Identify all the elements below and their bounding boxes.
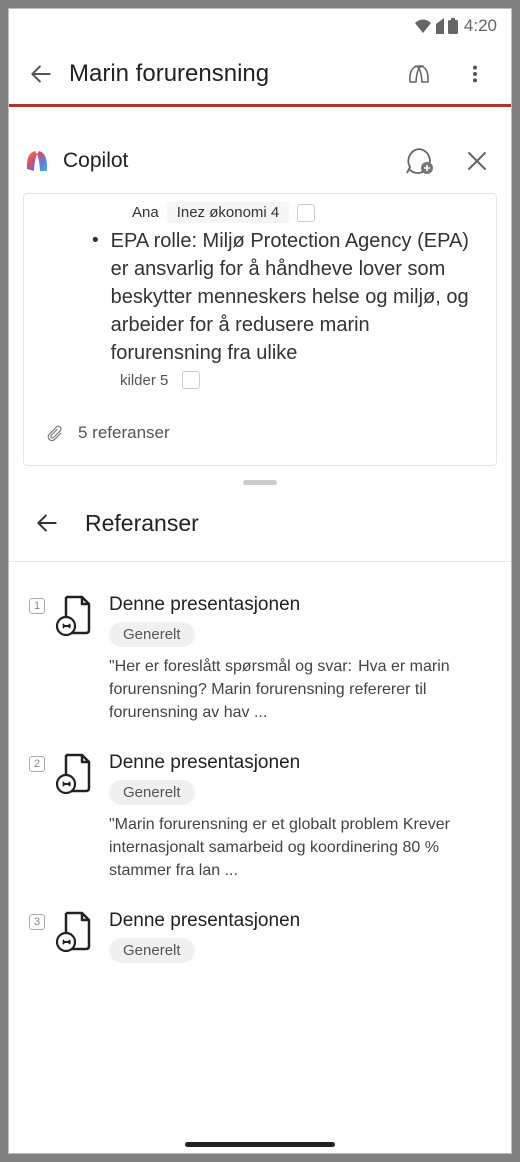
reference-item[interactable]: 1 Denne presentasjonen Generelt "Her er … [9, 580, 511, 738]
references-panel-title: Referanser [85, 510, 199, 537]
close-copilot-button[interactable] [457, 141, 497, 181]
reference-item[interactable]: 3 Denne presentasjonen Generelt [9, 896, 511, 985]
chat-plus-icon [404, 146, 434, 176]
meta-checkbox[interactable] [297, 204, 315, 222]
copilot-response-card: Ana Inez økonomi 4 • EPA rolle: Miljø Pr… [23, 193, 497, 466]
close-icon [466, 150, 488, 172]
arrow-left-icon [34, 510, 60, 536]
reference-content: Denne presentasjonen Generelt "Her er fo… [103, 594, 491, 724]
back-button[interactable] [17, 50, 65, 98]
copilot-icon [404, 59, 434, 89]
copilot-pane-title: Copilot [63, 149, 381, 173]
device-frame: 4:20 Marin forurensning [8, 8, 512, 1154]
paperclip-icon [46, 424, 64, 442]
reference-title: Denne presentasjonen [109, 594, 491, 616]
status-icons [414, 18, 458, 34]
signal-icon [436, 18, 444, 34]
more-menu-button[interactable] [447, 50, 503, 98]
reference-number: 3 [29, 914, 45, 930]
arrow-left-icon [28, 61, 54, 87]
reference-title: Denne presentasjonen [109, 910, 491, 932]
document-link-icon [53, 910, 95, 952]
source-line: kilder 5 [24, 367, 496, 389]
reference-content: Denne presentasjonen Generelt [103, 910, 491, 971]
more-vertical-icon [464, 63, 486, 85]
reference-title: Denne presentasjonen [109, 752, 491, 774]
bullet-row: • EPA rolle: Miljø Protection Agency (EP… [24, 223, 496, 367]
battery-icon [448, 18, 458, 34]
reference-number: 1 [29, 598, 45, 614]
reference-badge: Generelt [109, 780, 195, 805]
card-meta-row: Ana Inez økonomi 4 [24, 200, 496, 223]
page-title: Marin forurensning [69, 60, 391, 88]
document-link-icon [53, 752, 95, 794]
reference-badge: Generelt [109, 622, 195, 647]
copilot-header-button[interactable] [391, 50, 447, 98]
status-bar: 4:20 [9, 9, 511, 43]
copilot-pane: Copilot Ana Inez økonomi 4 [9, 135, 511, 1003]
drag-handle[interactable] [9, 466, 511, 495]
card-meta-ana: Ana [132, 204, 159, 221]
new-chat-button[interactable] [399, 141, 439, 181]
document-link-icon [53, 594, 95, 636]
reference-badge: Generelt [109, 938, 195, 963]
reference-quote: "Her er foreslått spørsmål og svar:Hva e… [109, 655, 491, 724]
references-back-button[interactable] [23, 499, 71, 547]
references-count-label: 5 referanser [78, 423, 170, 443]
references-list: 1 Denne presentasjonen Generelt "Her er … [9, 562, 511, 1003]
references-summary[interactable]: 5 referanser [24, 389, 496, 459]
copilot-logo-icon [23, 147, 51, 175]
references-panel-header: Referanser [9, 495, 511, 562]
reference-item[interactable]: 2 Denne presentasjonen Generelt "Marin f… [9, 738, 511, 896]
source-label: kilder 5 [120, 372, 168, 389]
source-checkbox[interactable] [182, 371, 200, 389]
card-meta-pill[interactable]: Inez økonomi 4 [167, 202, 290, 223]
reference-quote: "Marin forurensning er et globalt proble… [109, 813, 491, 882]
reference-number: 2 [29, 756, 45, 772]
status-time: 4:20 [464, 16, 497, 36]
wifi-icon [414, 18, 432, 34]
drag-bar-icon [243, 480, 277, 485]
bullet-text: EPA rolle: Miljø Protection Agency (EPA)… [111, 227, 474, 367]
home-indicator[interactable] [185, 1142, 335, 1147]
bullet-dot-icon: • [92, 227, 99, 367]
app-header: Marin forurensning [9, 43, 511, 107]
reference-content: Denne presentasjonen Generelt "Marin for… [103, 752, 491, 882]
copilot-pane-header: Copilot [9, 135, 511, 193]
